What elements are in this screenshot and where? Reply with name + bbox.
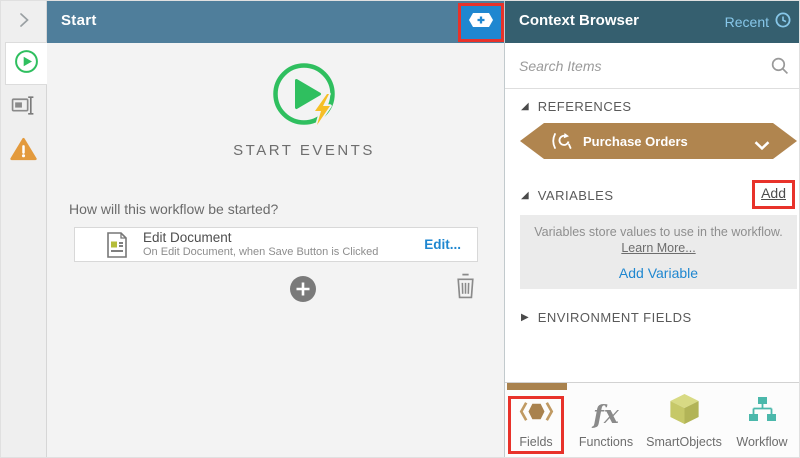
event-title: Edit Document <box>143 230 232 246</box>
workflow-tree-icon <box>747 396 777 430</box>
tab-fields[interactable]: Fields <box>505 383 567 457</box>
add-variable-link[interactable]: Add Variable <box>520 265 797 281</box>
tab-fields-label: Fields <box>519 435 553 449</box>
plus-circle-icon <box>290 276 316 306</box>
reference-item-label: Purchase Orders <box>583 133 688 149</box>
section-collapsed-icon: ▶ <box>521 311 529 323</box>
section-expanded-icon: ◢ <box>521 100 529 112</box>
chevron-right-icon <box>15 11 33 34</box>
variables-section-header[interactable]: ◢ VARIABLES <box>521 188 614 203</box>
start-events-label: START EVENTS <box>233 142 375 159</box>
expand-panel-button[interactable] <box>1 9 46 35</box>
left-rail <box>1 1 47 457</box>
context-browser-header: Context Browser Recent <box>505 1 799 43</box>
rename-icon <box>11 94 36 122</box>
document-icon <box>105 231 129 258</box>
variables-info-box: Variables store values to use in the wor… <box>520 215 797 289</box>
fields-hexagon-icon <box>518 398 555 430</box>
play-icon <box>14 49 39 79</box>
references-label: REFERENCES <box>537 99 632 114</box>
start-events-node[interactable]: START EVENTS <box>224 61 384 159</box>
clock-icon <box>775 12 791 31</box>
variables-info-text: Variables store values to use in the wor… <box>534 225 783 239</box>
context-browser-toggle-button[interactable] <box>458 3 504 42</box>
section-expanded-icon: ◢ <box>521 189 529 201</box>
tab-smartobjects-label: SmartObjects <box>646 435 722 449</box>
design-canvas[interactable]: START EVENTS How will this workflow be s… <box>47 43 504 457</box>
tab-workflow[interactable]: Workflow <box>723 383 799 457</box>
event-text: Edit Document On Edit Document, when Sav… <box>143 230 424 258</box>
workflow-start-question: How will this workflow be started? <box>69 201 279 217</box>
rail-tab-rename[interactable] <box>1 95 46 121</box>
active-tab-indicator <box>507 383 567 390</box>
start-panel: Start START EVENTS How will this workflo… <box>47 1 504 457</box>
smartobjects-cube-icon <box>669 393 700 430</box>
add-event-button[interactable] <box>290 276 316 302</box>
rail-tab-warnings[interactable] <box>1 137 46 165</box>
start-header: Start <box>47 1 504 43</box>
context-browser-panel: Context Browser Recent ◢ REFERENCES Purc… <box>504 1 799 457</box>
context-browser-title: Context Browser <box>519 12 640 29</box>
environment-fields-label: ENVIRONMENT FIELDS <box>537 310 692 325</box>
hexagon-plus-icon <box>468 12 494 33</box>
context-browser-tabbar: Fields fx Functions SmartObjects Workflo… <box>505 382 799 457</box>
learn-more-link[interactable]: Learn More... <box>621 241 695 255</box>
delete-event-button[interactable] <box>454 272 477 304</box>
variables-label: VARIABLES <box>537 188 614 203</box>
start-events-icon <box>271 63 337 131</box>
tab-functions[interactable]: fx Functions <box>567 383 645 457</box>
edit-event-link[interactable]: Edit... <box>424 237 461 252</box>
reference-item-purchase-orders[interactable]: Purchase Orders <box>520 123 797 159</box>
tab-workflow-label: Workflow <box>736 435 788 449</box>
rail-tab-start[interactable] <box>5 42 47 85</box>
recent-link[interactable]: Recent <box>725 12 791 31</box>
add-variable-link-small[interactable]: Add <box>761 185 786 201</box>
functions-fx-icon: fx <box>593 400 619 429</box>
smartobject-reference-icon <box>549 132 573 150</box>
search-bar <box>505 43 799 89</box>
tab-smartobjects[interactable]: SmartObjects <box>645 383 723 457</box>
add-annotation-box: Add <box>752 180 795 209</box>
panel-title: Start <box>61 12 97 29</box>
search-input[interactable] <box>519 54 754 78</box>
workflow-designer: Start START EVENTS How will this workflo… <box>0 0 800 458</box>
tab-functions-label: Functions <box>578 435 634 449</box>
recent-label: Recent <box>724 13 769 30</box>
trash-icon <box>454 273 477 303</box>
event-subtitle: On Edit Document, when Save Button is Cl… <box>143 245 379 258</box>
references-section-header[interactable]: ◢ REFERENCES <box>521 99 632 114</box>
chevron-down-icon[interactable] <box>754 137 770 155</box>
start-event-row[interactable]: Edit Document On Edit Document, when Sav… <box>74 227 478 262</box>
environment-fields-section-header[interactable]: ▶ ENVIRONMENT FIELDS <box>521 310 692 325</box>
warning-icon <box>10 137 37 166</box>
search-icon[interactable] <box>770 56 789 80</box>
